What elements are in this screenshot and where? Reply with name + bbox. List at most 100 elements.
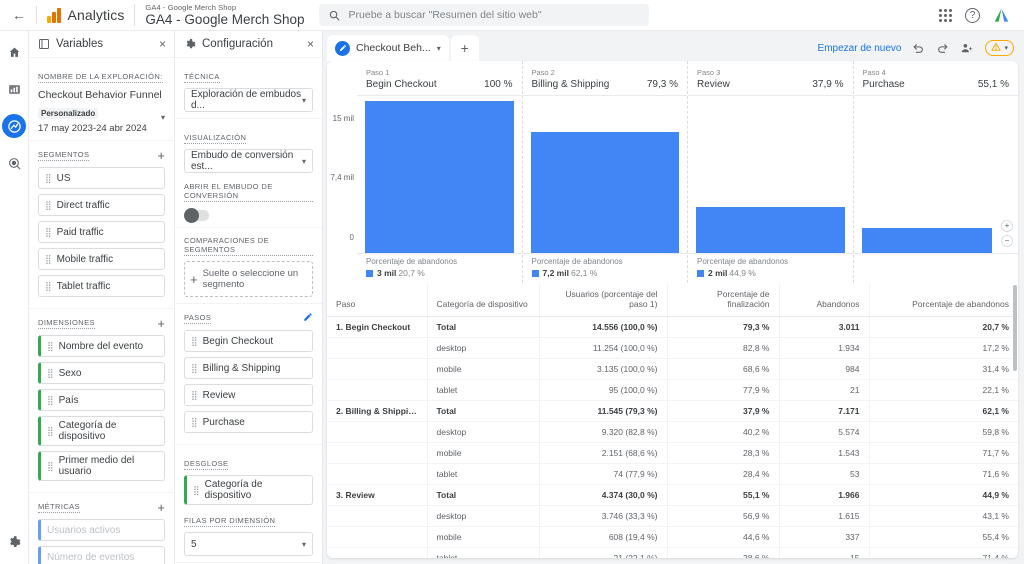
table-scrollbar[interactable] <box>1013 285 1017 371</box>
technique-select[interactable]: Exploración de embudos d... ▾ <box>184 88 313 112</box>
drag-handle-icon[interactable]: ⣿ <box>191 363 198 373</box>
table-row[interactable]: desktop 3.746 (33,3 %) 56,9 % 1.615 43,1… <box>327 505 1018 527</box>
search-input[interactable]: Pruebe a buscar "Resumen del sitio web" <box>318 4 649 26</box>
step-item[interactable]: ⣿ Review <box>184 384 313 406</box>
add-tab-button[interactable]: + <box>450 35 479 61</box>
tab-checkout-behavior[interactable]: Checkout Beh... ▾ <box>327 35 449 61</box>
segment-item[interactable]: ⣿ Paid traffic <box>38 221 165 243</box>
funnel-step-column[interactable]: Paso 2 Billing & Shipping 79,3 % Porcent… <box>521 61 687 283</box>
table-row[interactable]: 2. Billing & Shipping Total 11.545 (79,3… <box>327 400 1018 422</box>
drag-handle-icon[interactable]: ⣿ <box>191 417 198 427</box>
col-header-step[interactable]: Paso <box>327 283 427 317</box>
segment-drop-zone[interactable]: + Suelte o seleccione un segmento <box>184 261 313 297</box>
col-header-abandons[interactable]: Abandonos <box>778 283 869 317</box>
chevron-down-icon[interactable]: ▾ <box>437 44 441 53</box>
warning-badge[interactable]: ▾ <box>985 40 1014 56</box>
col-header-completion[interactable]: Porcentaje de finalización <box>666 283 779 317</box>
table-row[interactable]: tablet 95 (100,0 %) 77,9 % 21 22,1 % <box>327 379 1018 401</box>
table-row[interactable]: 1. Begin Checkout Total 14.556 (100,0 %)… <box>327 316 1018 338</box>
segments-section: SEGMENTOS + ⣿ US ⣿ Direct traffic ⣿ Paid tr… <box>29 141 174 309</box>
close-icon[interactable]: × <box>159 38 166 50</box>
metric-item[interactable]: Usuarios activos <box>38 519 165 541</box>
home-icon[interactable] <box>2 40 26 64</box>
cell-step <box>327 505 427 527</box>
col-header-users[interactable]: Usuarios (porcentaje del paso 1) <box>538 283 667 317</box>
drag-handle-icon[interactable]: ⣿ <box>191 390 198 400</box>
variables-panel-body: NOMBRE DE LA EXPLORACIÓN: Checkout Behav… <box>29 58 174 564</box>
drag-handle-icon[interactable]: ⣿ <box>47 461 54 471</box>
metric-item[interactable]: Número de eventos <box>38 546 165 564</box>
segment-item[interactable]: ⣿ Direct traffic <box>38 194 165 216</box>
table-row[interactable]: desktop 9.320 (82,8 %) 40,2 % 5.574 59,8… <box>327 421 1018 443</box>
property-selector[interactable]: GA4 - Google Merch Shop GA4 - Google Mer… <box>145 4 304 26</box>
table-row[interactable]: tablet 74 (77,9 %) 28,4 % 53 71,6 % <box>327 463 1018 485</box>
drag-handle-icon[interactable]: ⣿ <box>47 368 54 378</box>
exploration-name-value[interactable]: Checkout Behavior Funnel <box>38 89 165 101</box>
drag-handle-icon[interactable]: ⣿ <box>45 227 52 237</box>
breakdown-item[interactable]: ⣿ Categoría de dispositivo <box>184 475 313 505</box>
zoom-in-button[interactable]: + <box>1001 220 1013 232</box>
rows-per-dimension-select[interactable]: 5 ▾ <box>184 532 313 556</box>
add-metric-button[interactable]: + <box>157 501 165 514</box>
step-item[interactable]: ⣿ Billing & Shipping <box>184 357 313 379</box>
drag-handle-icon[interactable]: ⣿ <box>191 336 198 346</box>
pencil-icon[interactable] <box>303 312 313 325</box>
segment-item[interactable]: ⣿ Tablet traffic <box>38 275 165 297</box>
drag-handle-icon[interactable]: ⣿ <box>45 254 52 264</box>
account-icon[interactable] <box>993 8 1010 23</box>
explore-icon[interactable] <box>2 114 26 138</box>
chart-zoom-controls: + − <box>1001 220 1013 247</box>
zoom-out-button[interactable]: − <box>1001 235 1013 247</box>
drag-handle-icon[interactable]: ⣿ <box>193 485 200 495</box>
redo-icon[interactable] <box>936 42 949 55</box>
table-row[interactable]: mobile 608 (19,4 %) 44,6 % 337 55,4 % <box>327 526 1018 548</box>
help-icon[interactable]: ? <box>965 7 980 23</box>
funnel-step-column[interactable]: Paso 1 Begin Checkout 100 % Porcentaje d… <box>357 61 522 283</box>
table-row[interactable]: tablet 21 (22,1 %) 28,6 % 15 71,4 % <box>327 547 1018 558</box>
table-row[interactable]: mobile 2.151 (68,6 %) 28,3 % 1.543 71,7 … <box>327 442 1018 464</box>
start-over-button[interactable]: Empezar de nuevo <box>818 43 902 54</box>
advertising-icon[interactable] <box>2 151 26 175</box>
reports-icon[interactable] <box>2 77 26 101</box>
apps-grid-icon[interactable] <box>939 8 952 22</box>
col-header-device[interactable]: Categoría de dispositivo <box>426 283 539 317</box>
dimension-item[interactable]: ⣿ Primer medio del usuario <box>38 451 165 481</box>
step-item[interactable]: ⣿ Purchase <box>184 411 313 433</box>
dimension-item[interactable]: ⣿ Categoría de dispositivo <box>38 416 165 446</box>
funnel-bar[interactable] <box>696 207 845 253</box>
step-item[interactable]: ⣿ Begin Checkout <box>184 330 313 352</box>
drag-handle-icon[interactable]: ⣿ <box>45 173 52 183</box>
table-row[interactable]: mobile 3.135 (100,0 %) 68,6 % 984 31,4 % <box>327 358 1018 380</box>
funnel-step-column[interactable]: Paso 3 Review 37,9 % Porcentaje de aband… <box>687 61 853 283</box>
funnel-bar[interactable] <box>365 100 514 253</box>
cell-users: 3.746 (33,3 %) <box>538 505 667 527</box>
date-range-selector[interactable]: Personalizado 17 may 2023-24 abr 2024 ▾ <box>38 103 165 134</box>
add-segment-button[interactable]: + <box>157 149 165 162</box>
drag-handle-icon[interactable]: ⣿ <box>45 200 52 210</box>
gear-icon[interactable] <box>2 530 26 554</box>
add-person-icon[interactable] <box>960 42 974 55</box>
open-funnel-toggle[interactable] <box>184 208 209 223</box>
col-header-abandon-pct[interactable]: Porcentaje de abandonos <box>868 283 1018 317</box>
table-row[interactable]: 3. Review Total 4.374 (30,0 %) 55,1 % 1.… <box>327 484 1018 506</box>
drag-handle-icon[interactable]: ⣿ <box>47 395 54 405</box>
close-icon[interactable]: × <box>307 38 314 50</box>
dimension-item[interactable]: ⣿ Nombre del evento <box>38 335 165 357</box>
cell-abandons: 3.011 <box>778 316 869 338</box>
drag-handle-icon[interactable]: ⣿ <box>45 281 52 291</box>
funnel-bar[interactable] <box>861 227 992 253</box>
drag-handle-icon[interactable]: ⣿ <box>47 426 54 436</box>
visualization-select[interactable]: Embudo de conversión est... ▾ <box>184 149 313 173</box>
drag-handle-icon[interactable]: ⣿ <box>47 341 54 351</box>
funnel-bar[interactable] <box>530 132 679 253</box>
dimension-item[interactable]: ⣿ País <box>38 389 165 411</box>
segment-item[interactable]: ⣿ US <box>38 167 165 189</box>
back-arrow-icon[interactable]: ← <box>8 4 30 26</box>
funnel-step-column[interactable]: Paso 4 Purchase 55,1 % <box>852 61 1018 283</box>
dimension-item[interactable]: ⣿ Sexo <box>38 362 165 384</box>
add-dimension-button[interactable]: + <box>157 317 165 330</box>
segment-label: Direct traffic <box>56 199 110 211</box>
table-row[interactable]: desktop 11.254 (100,0 %) 82,8 % 1.934 17… <box>327 337 1018 359</box>
segment-item[interactable]: ⣿ Mobile traffic <box>38 248 165 270</box>
undo-icon[interactable] <box>912 42 925 55</box>
